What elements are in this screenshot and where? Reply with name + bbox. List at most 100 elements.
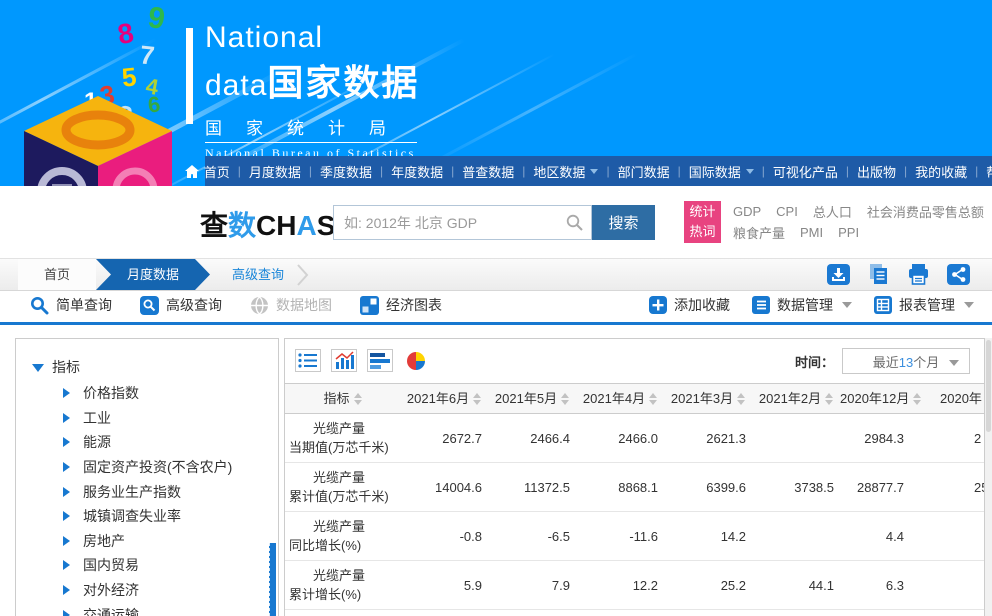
- view-pie-icon[interactable]: [403, 349, 429, 372]
- econ-charts-label: 经济图表: [386, 295, 442, 315]
- col-header-7[interactable]: 2020年12月: [840, 384, 910, 414]
- nav-item-label: 普查数据: [462, 162, 514, 181]
- hot-word[interactable]: PPI: [838, 225, 859, 240]
- search-button[interactable]: 搜索: [592, 205, 655, 240]
- sidebar-item-label: 交通运输: [83, 605, 139, 616]
- sidebar-item-label: 服务业生产指数: [83, 482, 181, 502]
- hot-word[interactable]: GDP: [733, 204, 761, 219]
- hot-word[interactable]: 总人口: [813, 202, 852, 221]
- chashu-brand-part: CH: [256, 210, 296, 241]
- report-manage-button[interactable]: 报表管理: [874, 295, 974, 315]
- col-header-3[interactable]: 2021年5月: [488, 384, 576, 414]
- nav-separator: |: [975, 164, 978, 178]
- sidebar-item-label: 价格指数: [83, 383, 139, 403]
- search-section: 查数CHASHU 搜索 统计 热词 GDPCPI总人口社会消费品零售总额 粮食产…: [0, 186, 992, 258]
- advanced-query-button[interactable]: 高级查询: [140, 295, 222, 315]
- nav-separator: |: [522, 164, 525, 178]
- sidebar-item-6[interactable]: 城镇调查失业率: [32, 504, 278, 529]
- panel-splitter-handle[interactable]: [269, 543, 276, 616]
- share-icon[interactable]: [947, 264, 970, 285]
- data-map-button[interactable]: 数据地图: [250, 295, 332, 315]
- col-header-label: 2020年: [940, 391, 982, 406]
- time-range-select[interactable]: 最近13个月: [842, 348, 970, 374]
- sidebar-item-5[interactable]: 服务业生产指数: [32, 479, 278, 504]
- sidebar-item-2[interactable]: 工业: [32, 406, 278, 431]
- value-cell: 44.1: [752, 561, 840, 610]
- indicator-name-line2: 累计值(万芯千米): [289, 487, 400, 506]
- chevron-down-icon: [949, 360, 959, 371]
- nav-item-7[interactable]: 部门数据: [618, 162, 670, 181]
- nav-item-6[interactable]: 地区数据: [533, 162, 598, 181]
- breadcrumb-active-tab[interactable]: 月度数据: [96, 259, 210, 290]
- indicator-cell: 光缆产量同比增长(%): [285, 512, 400, 561]
- site-logo: National data国家数据 国家统计局 National Bureau …: [205, 22, 419, 161]
- col-header-6[interactable]: 2021年2月: [752, 384, 840, 414]
- value-cell: [910, 561, 985, 610]
- globe-icon: [250, 296, 269, 315]
- nav-item-8[interactable]: 国际数据: [689, 162, 754, 181]
- simple-query-button[interactable]: 简单查询: [30, 295, 112, 315]
- nav-item-4[interactable]: 年度数据: [391, 162, 443, 181]
- indicator-name-line1: 光缆产量: [289, 419, 400, 438]
- nav-item-5[interactable]: 普查数据: [462, 162, 514, 181]
- breadcrumb-current-item[interactable]: 高级查询: [232, 259, 284, 290]
- print-icon[interactable]: [907, 264, 930, 285]
- search-input[interactable]: [333, 205, 592, 240]
- sidebar-item-9[interactable]: 对外经济: [32, 578, 278, 603]
- view-table-icon[interactable]: [295, 349, 321, 372]
- table-square-icon: [874, 296, 892, 314]
- vertical-scrollbar[interactable]: [985, 338, 992, 616]
- sidebar-item-7[interactable]: 房地产: [32, 529, 278, 554]
- nav-item-1[interactable]: 首页: [185, 162, 230, 181]
- hot-word[interactable]: PMI: [800, 225, 823, 240]
- sidebar-item-1[interactable]: 价格指数: [32, 381, 278, 406]
- bureau-underline: [205, 142, 417, 143]
- sidebar-item-3[interactable]: 能源: [32, 430, 278, 455]
- breadcrumb-home-tab[interactable]: 首页: [18, 259, 96, 290]
- col-header-5[interactable]: 2021年3月: [664, 384, 752, 414]
- col-header-label: 2021年4月: [583, 391, 645, 406]
- logo-digit: 9: [146, 1, 167, 37]
- data-manage-button[interactable]: 数据管理: [752, 295, 852, 315]
- value-cell: 5.9: [400, 561, 488, 610]
- econ-charts-button[interactable]: 经济图表: [360, 295, 442, 315]
- nav-item-11[interactable]: 我的收藏: [915, 162, 967, 181]
- nav-item-12[interactable]: 帮助: [986, 162, 992, 181]
- col-header-1[interactable]: 指标: [285, 384, 400, 414]
- download-icon[interactable]: [827, 264, 850, 285]
- time-range-value-part: 最近: [873, 355, 899, 370]
- sidebar-item-10[interactable]: 交通运输: [32, 602, 278, 616]
- view-hbar-icon[interactable]: [367, 349, 393, 372]
- nav-item-2[interactable]: 月度数据: [249, 162, 301, 181]
- nav-item-10[interactable]: 出版物: [857, 162, 896, 181]
- sidebar-item-8[interactable]: 国内贸易: [32, 553, 278, 578]
- sidebar-item-label: 对外经济: [83, 580, 139, 600]
- copy-documents-icon[interactable]: [867, 264, 890, 285]
- tree-root-indicator[interactable]: 指标: [32, 353, 278, 381]
- col-header-2[interactable]: 2021年6月: [400, 384, 488, 414]
- hot-badge-line1: 统计: [684, 202, 721, 222]
- nav-separator: |: [762, 164, 765, 178]
- sort-arrows-icon: [913, 389, 921, 409]
- nav-item-9[interactable]: 可视化产品: [773, 162, 838, 181]
- value-cell: 11372.5: [488, 463, 576, 512]
- sort-arrows-icon: [737, 389, 745, 409]
- view-bar-chart-icon[interactable]: [331, 349, 357, 372]
- scrollbar-thumb[interactable]: [986, 340, 991, 432]
- hot-word[interactable]: 社会消费品零售总额: [867, 202, 984, 221]
- hot-word[interactable]: 粮食产量: [733, 223, 785, 242]
- sidebar-item-label: 能源: [83, 432, 111, 452]
- add-favorite-button[interactable]: 添加收藏: [649, 295, 730, 315]
- value-cell: 4.4: [840, 512, 910, 561]
- sort-arrows-icon: [473, 389, 481, 409]
- hot-word[interactable]: CPI: [776, 204, 798, 219]
- nav-item-label: 出版物: [857, 162, 896, 181]
- sidebar-item-4[interactable]: 固定资产投资(不含农户): [32, 455, 278, 480]
- nav-item-3[interactable]: 季度数据: [320, 162, 372, 181]
- hot-words-badge: 统计 热词: [684, 201, 721, 243]
- nav-separator: |: [846, 164, 849, 178]
- bureau-name-cn: 国家统计局: [205, 114, 419, 139]
- col-header-4[interactable]: 2021年4月: [576, 384, 664, 414]
- nav-item-label: 帮助: [986, 162, 992, 181]
- logo-digit: 8: [115, 17, 136, 51]
